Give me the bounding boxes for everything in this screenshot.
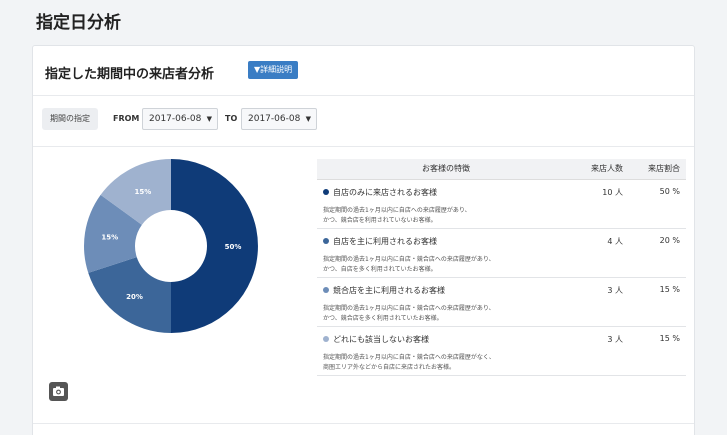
feature-cell: 自店のみに来店されるお客様 指定期間の過去1ヶ月以内に自店への来店履歴があり、か… xyxy=(317,179,569,229)
donut-chart: 50% 20% 15% 15% xyxy=(84,159,258,333)
ratio-cell: 20 % xyxy=(629,228,686,278)
feature-desc: 指定期間の過去1ヶ月以内に自店・競合店への来店履歴があり、 xyxy=(323,255,495,263)
period-label: 期間の指定 xyxy=(42,108,98,130)
analysis-card: 指定した期間中の来店者分析 ▼詳細説明 期間の指定 FROM 2017-06-0… xyxy=(32,45,695,435)
feature-desc: かつ、競合店を多く利用されていたお客様。 xyxy=(323,314,443,322)
table-row: 競合店を主に利用されるお客様 指定期間の過去1ヶ月以内に自店・競合店への来店履歴… xyxy=(317,277,686,327)
feature-desc: 指定期間の過去1ヶ月以内に自店・競合店への来店履歴がなく、 xyxy=(323,353,495,361)
feature-desc: かつ、自店を多く利用されていたお客様。 xyxy=(323,265,437,273)
slice-label: 15% xyxy=(134,188,151,196)
divider xyxy=(33,95,694,96)
legend-dot xyxy=(323,336,329,342)
camera-icon xyxy=(53,386,64,396)
header-count: 来店人数 xyxy=(569,159,629,180)
to-label: TO xyxy=(225,114,238,123)
to-date-select[interactable]: 2017-06-08 ▼ xyxy=(241,108,317,130)
count-cell: 3 人 xyxy=(569,277,629,327)
caret-down-icon: ▼ xyxy=(305,115,311,123)
table-row: 自店を主に利用されるお客様 指定期間の過去1ヶ月以内に自店・競合店への来店履歴が… xyxy=(317,228,686,278)
to-date-value: 2017-06-08 xyxy=(248,114,301,124)
slice-label: 15% xyxy=(101,233,118,241)
feature-title: どれにも該当しないお客様 xyxy=(333,334,429,344)
feature-desc: かつ、競合店を利用されていないお客様。 xyxy=(323,216,437,224)
feature-cell: 自店を主に利用されるお客様 指定期間の過去1ヶ月以内に自店・競合店への来店履歴が… xyxy=(317,228,569,278)
ratio-cell: 50 % xyxy=(629,179,686,229)
legend-dot xyxy=(323,238,329,244)
table-header-row: お客様の特徴 来店人数 来店割合 xyxy=(317,159,686,180)
divider xyxy=(33,423,694,424)
table-row: どれにも該当しないお客様 指定期間の過去1ヶ月以内に自店・競合店への来店履歴がな… xyxy=(317,326,686,376)
header-feature: お客様の特徴 xyxy=(317,159,569,180)
card-title: 指定した期間中の来店者分析 xyxy=(45,67,215,82)
legend-dot xyxy=(323,189,329,195)
count-cell: 10 人 xyxy=(569,179,629,229)
from-date-select[interactable]: 2017-06-08 ▼ xyxy=(142,108,218,130)
feature-desc: 指定期間の過去1ヶ月以内に自店への来店履歴があり、 xyxy=(323,206,471,214)
from-date-value: 2017-06-08 xyxy=(149,114,202,124)
feature-desc: 指定期間の過去1ヶ月以内に自店・競合店への来店履歴があり、 xyxy=(323,304,495,312)
detail-button[interactable]: ▼詳細説明 xyxy=(248,61,299,79)
legend-dot xyxy=(323,287,329,293)
count-cell: 4 人 xyxy=(569,228,629,278)
feature-title: 自店のみに来店されるお客様 xyxy=(333,187,437,197)
caret-down-icon: ▼ xyxy=(206,115,212,123)
ratio-cell: 15 % xyxy=(629,277,686,327)
feature-cell: 競合店を主に利用されるお客様 指定期間の過去1ヶ月以内に自店・競合店への来店履歴… xyxy=(317,277,569,327)
slice-label: 50% xyxy=(225,243,242,251)
feature-title: 自店を主に利用されるお客様 xyxy=(333,236,437,246)
feature-desc: 商圏エリア外などから自店に来店されたお客様。 xyxy=(323,363,456,371)
customer-table: お客様の特徴 来店人数 来店割合 自店のみに来店されるお客様 指定期間の過去1ヶ… xyxy=(317,159,686,376)
page-title: 指定日分析 xyxy=(36,13,121,33)
header-ratio: 来店割合 xyxy=(629,159,686,180)
ratio-cell: 15 % xyxy=(629,326,686,376)
slice-label: 20% xyxy=(126,293,143,301)
camera-button[interactable] xyxy=(49,382,68,401)
count-cell: 3 人 xyxy=(569,326,629,376)
divider xyxy=(33,146,694,147)
feature-title: 競合店を主に利用されるお客様 xyxy=(333,285,445,295)
from-label: FROM xyxy=(113,114,140,123)
donut-slice xyxy=(171,159,258,333)
feature-cell: どれにも該当しないお客様 指定期間の過去1ヶ月以内に自店・競合店への来店履歴がな… xyxy=(317,326,569,376)
table-row: 自店のみに来店されるお客様 指定期間の過去1ヶ月以内に自店への来店履歴があり、か… xyxy=(317,179,686,229)
